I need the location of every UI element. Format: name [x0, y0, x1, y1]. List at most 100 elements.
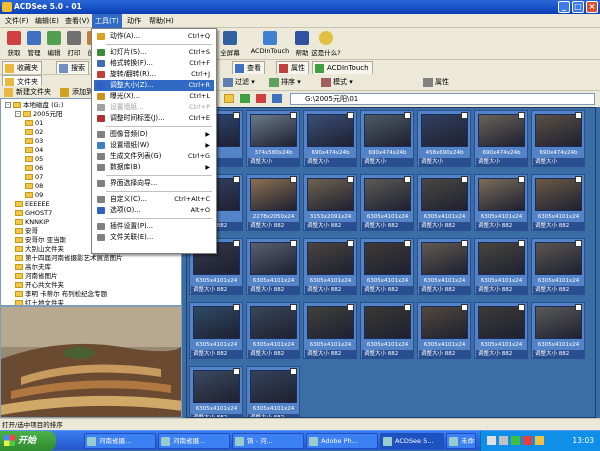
thumbnail-checkbox[interactable]: [461, 176, 468, 183]
tree-node[interactable]: 06: [25, 164, 43, 173]
properties-button[interactable]: 属性: [422, 76, 449, 89]
thumbnail-checkbox[interactable]: [404, 176, 411, 183]
up-folder-icon[interactable]: [224, 94, 234, 103]
thumbnail-checkbox[interactable]: [347, 112, 354, 119]
taskbar-task-button[interactable]: 河南省摄...: [84, 433, 156, 449]
thumbnail-item[interactable]: 3153x2091x24 调整大小 882: [303, 174, 357, 231]
thumbnail-checkbox[interactable]: [461, 112, 468, 119]
thumbnail-item[interactable]: 6305x4101x24 调整大小 882: [474, 174, 528, 231]
menu-action[interactable]: 动作: [124, 14, 144, 28]
thumbnail-checkbox[interactable]: [347, 240, 354, 247]
thumbnail-checkbox[interactable]: [575, 304, 582, 311]
thumbnail-grid[interactable]: 调整大小374x580x24b调整大小690x474x24b调整大小690x47…: [186, 107, 596, 418]
thumbnail-checkbox[interactable]: [233, 304, 240, 311]
tree-node[interactable]: 高尔夫库: [15, 263, 51, 272]
taskbar-task-button[interactable]: 未命名 -...: [446, 433, 476, 449]
thumbnail-checkbox[interactable]: [233, 240, 240, 247]
tree-node[interactable]: 09: [25, 191, 43, 200]
thumbnail-item[interactable]: 6305x4101x24 调整大小 882: [360, 238, 414, 295]
tree-node[interactable]: 河南省图片: [15, 272, 58, 281]
thumbnail-checkbox[interactable]: [575, 240, 582, 247]
tree-node[interactable]: 安哥: [15, 227, 38, 236]
tree-node[interactable]: - 本地磁盘 (G:): [5, 101, 63, 110]
tools-menu-item[interactable]: 生成文件列表(G) Ctrl+G: [94, 151, 214, 162]
tree-node[interactable]: 大别山文件夹: [15, 245, 64, 254]
thumbnail-item[interactable]: 6305x4101x24 调整大小 882: [417, 238, 471, 295]
thumbnail-checkbox[interactable]: [233, 176, 240, 183]
tree-node[interactable]: 红土地文件夹: [15, 299, 64, 305]
start-button[interactable]: 开始: [0, 431, 56, 451]
tools-menu-item[interactable]: 调整时间标签(J)... Ctrl+E: [94, 113, 214, 124]
thumbnail-item[interactable]: 6305x4101x24 调整大小 882: [417, 302, 471, 359]
tools-menu-item[interactable]: 调整大小(Z)... Ctrl+R: [94, 80, 214, 91]
tree-expand-icon[interactable]: -: [15, 111, 21, 117]
thumbnail-checkbox[interactable]: [404, 240, 411, 247]
maximize-icon[interactable]: □: [572, 1, 584, 13]
tree-node[interactable]: - 2005元阳: [15, 110, 63, 119]
refresh-icon[interactable]: [272, 94, 282, 103]
tools-menu-item[interactable]: 幻灯片(S)... Ctrl+S: [94, 47, 214, 58]
tree-node[interactable]: 02: [25, 128, 43, 137]
thumbnail-checkbox[interactable]: [290, 240, 297, 247]
thumbnail-item[interactable]: 690x474x24b 调整大小: [303, 110, 357, 167]
address-field[interactable]: G:\2005元阳\01: [290, 93, 595, 105]
thumbnail-item[interactable]: 6305x4101x24 调整大小 882: [474, 302, 528, 359]
tree-expand-icon[interactable]: -: [5, 102, 11, 108]
thumbnail-item[interactable]: 6305x4101x24 调整大小 882: [246, 238, 300, 295]
tree-node[interactable]: EEEEEE: [15, 200, 50, 209]
menu-help[interactable]: 帮助(H): [146, 14, 177, 28]
taskbar-task-button[interactable]: 河南省摄...: [158, 433, 230, 449]
tools-menu-item[interactable]: 曝光(X)... Ctrl+L: [94, 91, 214, 102]
window-titlebar[interactable]: ACDSee 5.0 - 01 _ □ ×: [0, 0, 600, 14]
tray-security-icon[interactable]: [523, 436, 532, 445]
tray-network-icon[interactable]: [487, 436, 496, 445]
tools-menu-item[interactable]: 选项(O)... Alt+O: [94, 205, 214, 216]
tab-view[interactable]: 查看: [232, 61, 265, 74]
thumbnail-item[interactable]: 6305x4101x24 调整大小 882: [246, 366, 300, 417]
thumbnail-checkbox[interactable]: [233, 112, 240, 119]
thumbnail-item[interactable]: 6305x4101x24 调整大小 882: [303, 302, 357, 359]
thumbnail-checkbox[interactable]: [347, 176, 354, 183]
thumbnail-item[interactable]: 374x580x24b 调整大小: [246, 110, 300, 167]
thumbnail-checkbox[interactable]: [518, 112, 525, 119]
minimize-icon[interactable]: _: [558, 1, 570, 13]
tree-node[interactable]: 01: [25, 119, 43, 128]
thumbnail-checkbox[interactable]: [404, 112, 411, 119]
tab-search[interactable]: 搜索: [56, 61, 89, 74]
mode-button[interactable]: 模式 ▾: [320, 76, 353, 89]
tree-node[interactable]: 08: [25, 182, 43, 191]
tools-menu-item[interactable]: 插件设置(P)...: [94, 221, 214, 232]
thumbnail-item[interactable]: 6305x4101x24 调整大小 882: [360, 302, 414, 359]
thumbnail-item[interactable]: 6305x4101x24 调整大小 882: [360, 174, 414, 231]
tree-node[interactable]: 安哥尔 亚当斯: [15, 236, 66, 245]
filter-button[interactable]: 过滤 ▾: [222, 76, 255, 89]
menu-tools[interactable]: 工具(T): [92, 14, 122, 28]
tools-menu-item[interactable]: 设置墙纸(W) ▶: [94, 140, 214, 151]
taskbar-task-button[interactable]: Adobe Ph...: [306, 433, 378, 449]
tree-node[interactable]: 03: [25, 137, 43, 146]
tree-node[interactable]: GHOST7: [15, 209, 52, 218]
thumbnail-checkbox[interactable]: [290, 368, 297, 375]
tree-node[interactable]: KNNKIP: [15, 218, 49, 227]
thumbnail-checkbox[interactable]: [518, 240, 525, 247]
tools-menu-item[interactable]: 数据库(B) ▶: [94, 162, 214, 173]
thumbnail-checkbox[interactable]: [404, 304, 411, 311]
tools-menu-item[interactable]: 图像音频(D) ▶: [94, 129, 214, 140]
close-icon[interactable]: ×: [586, 1, 598, 13]
thumbnail-item[interactable]: 6305x4101x24 调整大小 882: [417, 174, 471, 231]
thumbnail-item[interactable]: 2278x2050x24 调整大小 882: [246, 174, 300, 231]
tray-app-icon[interactable]: [511, 436, 520, 445]
thumbnail-item[interactable]: 690x474x24b 调整大小: [531, 110, 585, 167]
tools-menu-item[interactable]: 格式转换(F)... Ctrl+F: [94, 58, 214, 69]
thumbnail-item[interactable]: 690x474x24b 调整大小: [360, 110, 414, 167]
thumbnail-checkbox[interactable]: [290, 112, 297, 119]
thumbnail-checkbox[interactable]: [461, 304, 468, 311]
tools-menu-item[interactable]: 界面选择向导...: [94, 178, 214, 189]
taskbar-task-button[interactable]: ACDSee 5...: [380, 433, 444, 449]
tree-node[interactable]: 第十四届河南省摄影艺术展览图片: [15, 254, 123, 263]
thumbnail-checkbox[interactable]: [290, 176, 297, 183]
stop-icon[interactable]: [256, 94, 266, 103]
thumbnail-item[interactable]: 458x690x24b 调整大小: [417, 110, 471, 167]
tab-favorites[interactable]: 收藏夹: [2, 61, 42, 74]
tree-node[interactable]: 李明 卡蒂尔 布列松纪念专题: [15, 290, 107, 299]
